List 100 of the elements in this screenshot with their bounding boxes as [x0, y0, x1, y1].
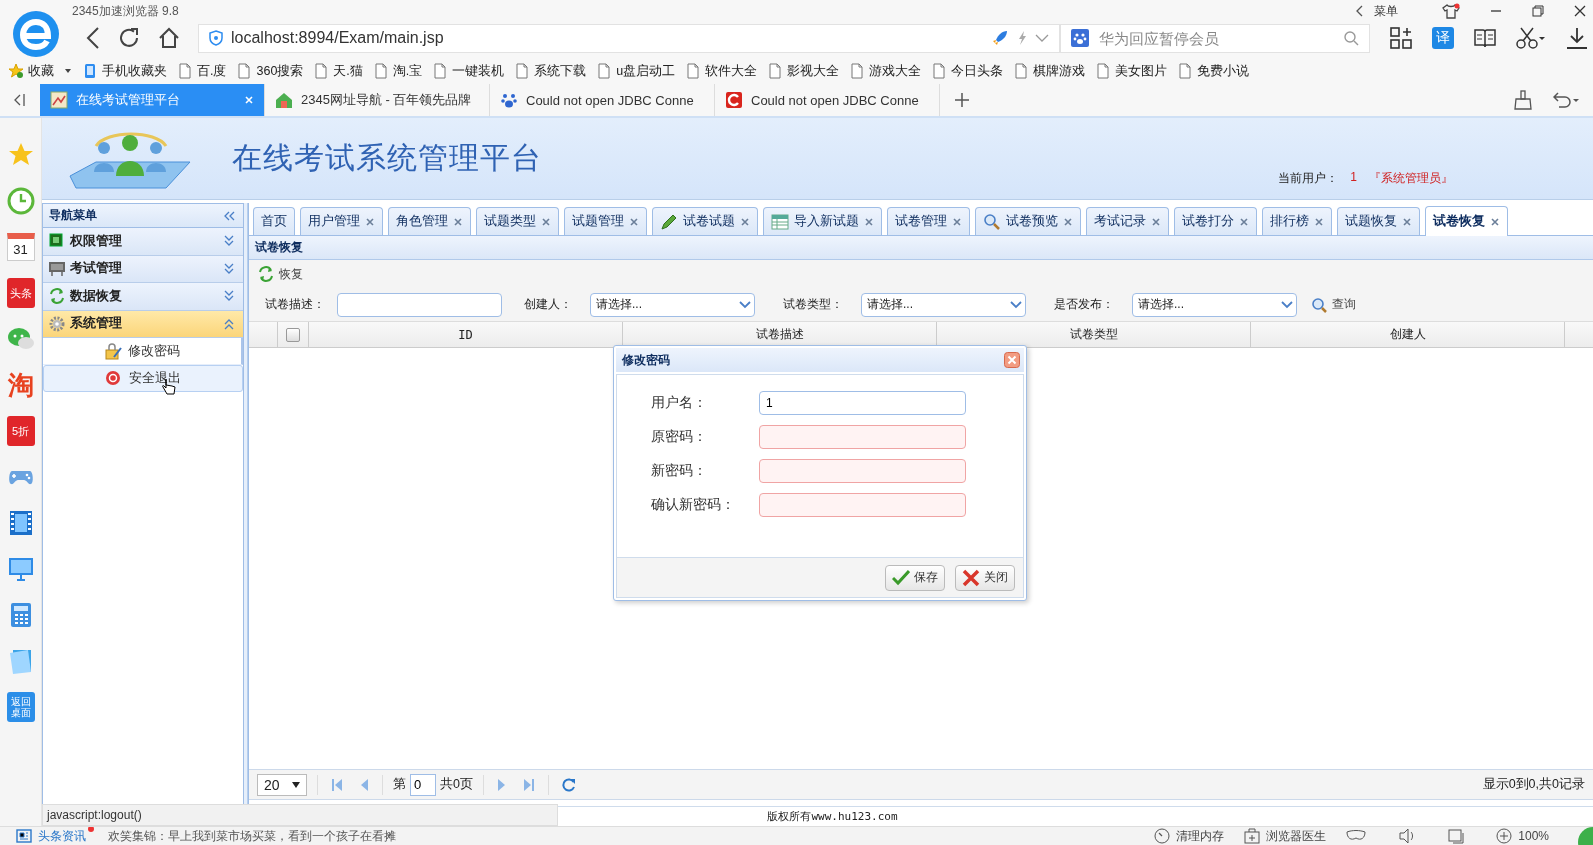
- nav-group-header[interactable]: 权限管理: [43, 228, 243, 256]
- refresh-icon[interactable]: [561, 777, 576, 792]
- filter-label: 试卷描述：: [264, 296, 326, 313]
- first-aid-icon[interactable]: [1244, 828, 1261, 844]
- bookmark-link[interactable]: 免费小说: [1177, 62, 1250, 80]
- nav-group-header[interactable]: 系统管理: [43, 310, 243, 338]
- dropdown[interactable]: 请选择...: [1132, 292, 1297, 317]
- news-link[interactable]: 头条资讯: [38, 827, 94, 845]
- input-field[interactable]: [759, 493, 966, 517]
- sidebar-toggle-icon[interactable]: [12, 93, 26, 107]
- bookmark-link[interactable]: u盘启动工: [596, 62, 676, 80]
- shirt-icon[interactable]: [1442, 3, 1460, 19]
- nav-item[interactable]: 安全退出: [43, 365, 243, 392]
- undo-icon[interactable]: [1553, 91, 1579, 109]
- bookmark-link[interactable]: 软件大全: [685, 62, 758, 80]
- bookmark-link[interactable]: 天.猫: [313, 62, 363, 80]
- search-icon: [1311, 296, 1327, 313]
- dialog-button[interactable]: 保存: [885, 564, 945, 591]
- input-field[interactable]: [759, 459, 966, 483]
- calendar-icon[interactable]: 31: [6, 233, 35, 261]
- next-page-icon[interactable]: [496, 777, 507, 792]
- bookmark-link[interactable]: 收藏: [8, 62, 72, 80]
- tab[interactable]: 排行榜: [1262, 207, 1332, 235]
- app-tile[interactable]: 5折: [6, 416, 35, 446]
- search-icon[interactable]: [1343, 30, 1359, 46]
- scissors-icon[interactable]: [1516, 27, 1546, 49]
- page-size-select[interactable]: 20: [257, 773, 307, 796]
- tab[interactable]: 试题管理: [564, 207, 647, 235]
- rocket-icon[interactable]: [991, 29, 1009, 47]
- tab[interactable]: 试卷试题: [652, 207, 758, 235]
- bookmark-link[interactable]: 百.度: [177, 62, 227, 80]
- app-tile[interactable]: 淘: [7, 367, 34, 403]
- news-headline[interactable]: 欢笑集锦：早上我到菜市场买菜，看到一个孩子在看摊: [108, 827, 396, 845]
- zoom-in-icon[interactable]: [1496, 828, 1513, 844]
- home-icon[interactable]: [158, 27, 180, 49]
- bookmark-link[interactable]: 360搜索: [236, 62, 304, 80]
- search-field[interactable]: 华为回应暂停会员: [1097, 28, 1335, 48]
- clock-icon[interactable]: [6, 187, 35, 215]
- first-page-icon[interactable]: [331, 777, 343, 792]
- search-button[interactable]: 查询: [1311, 296, 1356, 313]
- bookmark-link[interactable]: 今日头条: [931, 62, 1004, 80]
- restore-icon[interactable]: [1532, 5, 1544, 17]
- tab[interactable]: 试卷打分: [1174, 207, 1257, 235]
- back-icon[interactable]: [86, 27, 100, 49]
- bookmark-link[interactable]: 棋牌游戏: [1013, 62, 1086, 80]
- clean-memory-button[interactable]: 清理内存: [1176, 827, 1225, 845]
- tab[interactable]: 用户管理: [300, 207, 383, 235]
- collapse-icon[interactable]: [223, 210, 235, 221]
- tab[interactable]: 试题恢复: [1337, 207, 1420, 235]
- address-bar[interactable]: localhost:8994/Exam/main.jsp: [198, 23, 1060, 53]
- app-tile[interactable]: 头条: [6, 278, 35, 308]
- bookmark-link[interactable]: 影视大全: [767, 62, 840, 80]
- dropdown[interactable]: 请选择...: [861, 292, 1026, 317]
- checkbox[interactable]: [286, 327, 300, 342]
- chevron-left-icon[interactable]: [1356, 5, 1364, 17]
- lightning-icon[interactable]: [1017, 30, 1027, 46]
- tab[interactable]: 试卷恢复: [1425, 206, 1508, 236]
- mask-icon[interactable]: [1346, 830, 1367, 842]
- bookmark-link[interactable]: 系统下载: [514, 62, 587, 80]
- tab[interactable]: 首页: [253, 207, 295, 235]
- tab[interactable]: 考试记录: [1086, 207, 1169, 235]
- page-field[interactable]: 0: [410, 773, 436, 796]
- window-icon[interactable]: [1448, 828, 1465, 844]
- chevron-down-icon[interactable]: [1035, 33, 1049, 43]
- search-bar[interactable]: 华为回应暂停会员: [1060, 23, 1370, 53]
- column-header[interactable]: 创建人: [1251, 322, 1565, 347]
- tab[interactable]: 试卷管理: [887, 207, 970, 235]
- monitor-icon[interactable]: [6, 555, 35, 583]
- input-field[interactable]: [759, 425, 966, 449]
- book-icon[interactable]: [1474, 28, 1496, 48]
- bookmark-link[interactable]: 游戏大全: [849, 62, 922, 80]
- zoom-level[interactable]: 100%: [1518, 829, 1549, 843]
- new-tab-icon[interactable]: [954, 92, 970, 108]
- translate-button[interactable]: 译: [1432, 27, 1454, 49]
- bookmark-link[interactable]: 淘.宝: [372, 62, 423, 80]
- apps-icon[interactable]: [1390, 27, 1412, 49]
- browser-doctor-button[interactable]: 浏览器医生: [1266, 827, 1327, 845]
- download-icon[interactable]: [1566, 27, 1588, 49]
- nav-group-header[interactable]: 考试管理: [43, 255, 243, 283]
- tab[interactable]: 导入新试题: [763, 207, 882, 235]
- dropdown[interactable]: 请选择...: [590, 292, 755, 317]
- gauge-icon[interactable]: [1154, 828, 1171, 844]
- tab[interactable]: 试题类型: [476, 207, 559, 235]
- dialog-button[interactable]: 关闭: [955, 564, 1015, 591]
- nav-group-header[interactable]: 数据恢复: [43, 283, 243, 311]
- last-page-icon[interactable]: [522, 777, 535, 792]
- text-field[interactable]: [337, 292, 502, 317]
- broom-icon[interactable]: [1513, 90, 1533, 110]
- bookmark-link[interactable]: 一键装机: [432, 62, 505, 80]
- menu-button[interactable]: 菜单: [1374, 2, 1398, 20]
- tab[interactable]: 角色管理: [388, 207, 471, 235]
- refresh-icon[interactable]: [118, 27, 140, 49]
- bookmark-link[interactable]: 美女图片: [1095, 62, 1168, 80]
- input-field[interactable]: 1: [759, 391, 966, 415]
- restore-button[interactable]: 恢复: [257, 265, 303, 283]
- previous-page-icon[interactable]: [359, 777, 369, 792]
- bookmark-link[interactable]: 手机收藏夹: [82, 62, 167, 80]
- tab[interactable]: 试卷预览: [975, 207, 1081, 235]
- news-icon[interactable]: [16, 829, 32, 843]
- close-icon[interactable]: [1574, 5, 1586, 17]
